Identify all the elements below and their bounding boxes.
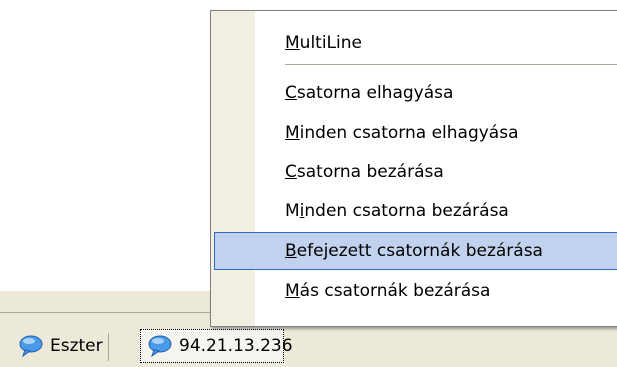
menu-item-label: nden csatorna bezárása bbox=[304, 201, 509, 221]
menu-item-label: inden csatorna elhagyása bbox=[299, 123, 519, 143]
menu-item-label: satorna elhagyása bbox=[296, 83, 454, 103]
tab-label: Eszter bbox=[50, 336, 103, 356]
mnemonic: C bbox=[285, 83, 297, 103]
menu-item-leave-channel[interactable]: Csatorna elhagyása bbox=[214, 74, 617, 112]
menu-item-close-other-channels[interactable]: Más csatornák bezárása bbox=[214, 272, 617, 310]
mnemonic: C bbox=[285, 162, 297, 182]
mnemonic: M bbox=[285, 281, 300, 301]
menu-item-label: efejezett csatornák bezárása bbox=[296, 241, 543, 261]
tab-eszter[interactable]: Eszter bbox=[14, 329, 109, 363]
menu-item-label: satorna bezárása bbox=[296, 162, 444, 182]
chat-bubble-icon bbox=[18, 334, 44, 358]
context-menu: MultiLine Csatorna elhagyása Minden csat… bbox=[210, 10, 617, 327]
mnemonic: B bbox=[285, 241, 297, 261]
menu-item-leave-all-channels[interactable]: Minden csatorna elhagyása bbox=[214, 114, 617, 152]
menu-item-close-channel[interactable]: Csatorna bezárása bbox=[214, 153, 617, 191]
tab-label: 94.21.13.236 bbox=[179, 336, 293, 356]
mnemonic: M bbox=[285, 123, 300, 143]
menu-item-label: ás csatornák bezárása bbox=[299, 281, 491, 301]
chat-bubble-icon bbox=[147, 334, 173, 358]
menu-item-close-finished-channels[interactable]: Befejezett csatornák bezárása bbox=[214, 232, 617, 270]
menu-item-close-all-channels[interactable]: Minden csatorna bezárása bbox=[214, 192, 617, 230]
tab-ip-address[interactable]: 94.21.13.236 bbox=[140, 329, 293, 363]
menu-item-multiline[interactable]: MultiLine bbox=[214, 24, 617, 62]
menu-item-label-prefix: M bbox=[285, 201, 300, 221]
menu-item-label: ultiLine bbox=[299, 33, 362, 53]
mnemonic: M bbox=[285, 33, 300, 53]
menu-separator bbox=[285, 64, 617, 65]
